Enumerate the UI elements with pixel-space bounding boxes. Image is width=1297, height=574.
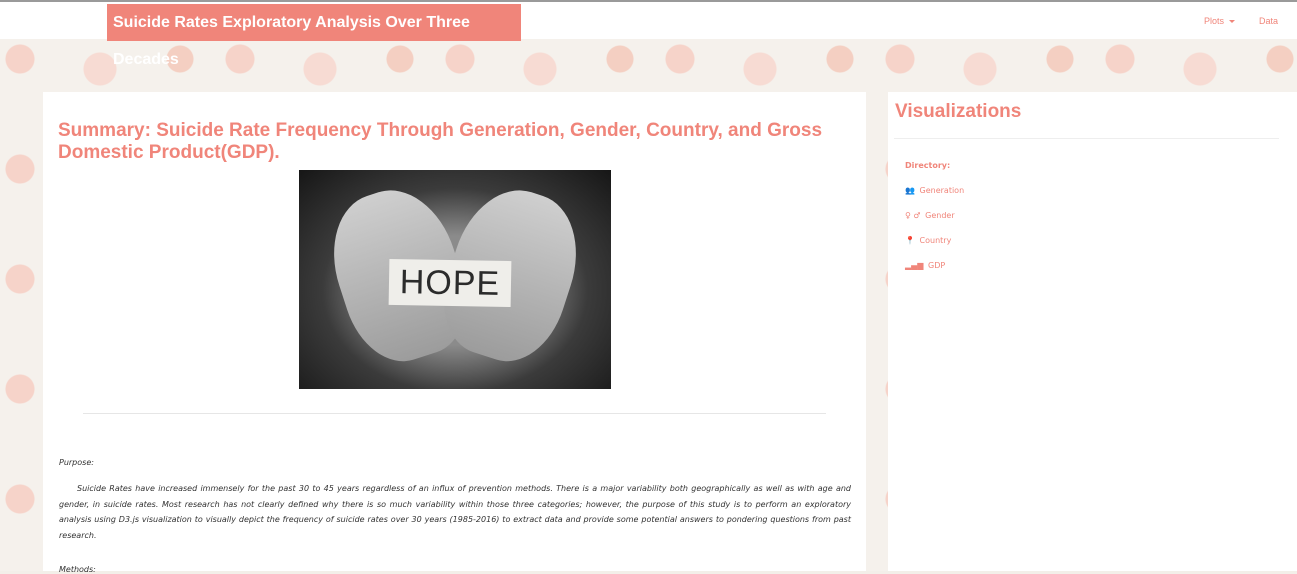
plots-dropdown[interactable]: Plots xyxy=(1204,16,1236,26)
plots-label: Plots xyxy=(1204,16,1225,26)
map-marker-icon: 📍 xyxy=(905,236,915,245)
caret-down-icon xyxy=(1229,20,1236,24)
top-navbar: Suicide Rates Exploratory Analysis Over … xyxy=(0,0,1297,68)
hope-sign: HOPE xyxy=(388,258,512,308)
brand-title[interactable]: Suicide Rates Exploratory Analysis Over … xyxy=(107,4,521,68)
signal-icon: ▂▄▆ xyxy=(905,261,924,270)
summary-panel: Summary: Suicide Rate Frequency Through … xyxy=(43,92,866,574)
people-icon: 👥 xyxy=(905,186,915,195)
sidebar-item-label: Generation xyxy=(919,186,965,195)
divider xyxy=(83,413,826,414)
sidebar-title: Visualizations xyxy=(895,101,1022,122)
sidebar-item-label: GDP xyxy=(928,261,946,270)
directory-label: Directory: xyxy=(905,161,951,170)
gender-icon: ♀ ♂ xyxy=(905,211,921,220)
sidebar-item-gender[interactable]: ♀ ♂ Gender xyxy=(905,211,955,220)
sidebar-item-label: Gender xyxy=(925,211,955,220)
sidebar-item-generation[interactable]: 👥 Generation xyxy=(905,186,964,195)
visualizations-sidebar: Visualizations Directory: 👥 Generation ♀… xyxy=(888,92,1297,571)
hope-image: HOPE xyxy=(299,170,611,389)
sidebar-divider xyxy=(894,138,1279,139)
sidebar-item-gdp[interactable]: ▂▄▆ GDP xyxy=(905,261,945,270)
page-title: Summary: Suicide Rate Frequency Through … xyxy=(58,120,823,163)
sidebar-item-label: Country xyxy=(919,236,952,245)
data-link[interactable]: Data xyxy=(1259,16,1278,26)
sidebar-item-country[interactable]: 📍 Country xyxy=(905,236,951,245)
purpose-label: Purpose: xyxy=(59,458,94,467)
methods-label: Methods: xyxy=(59,565,96,574)
purpose-paragraph: Suicide Rates have increased immensely f… xyxy=(59,484,851,540)
